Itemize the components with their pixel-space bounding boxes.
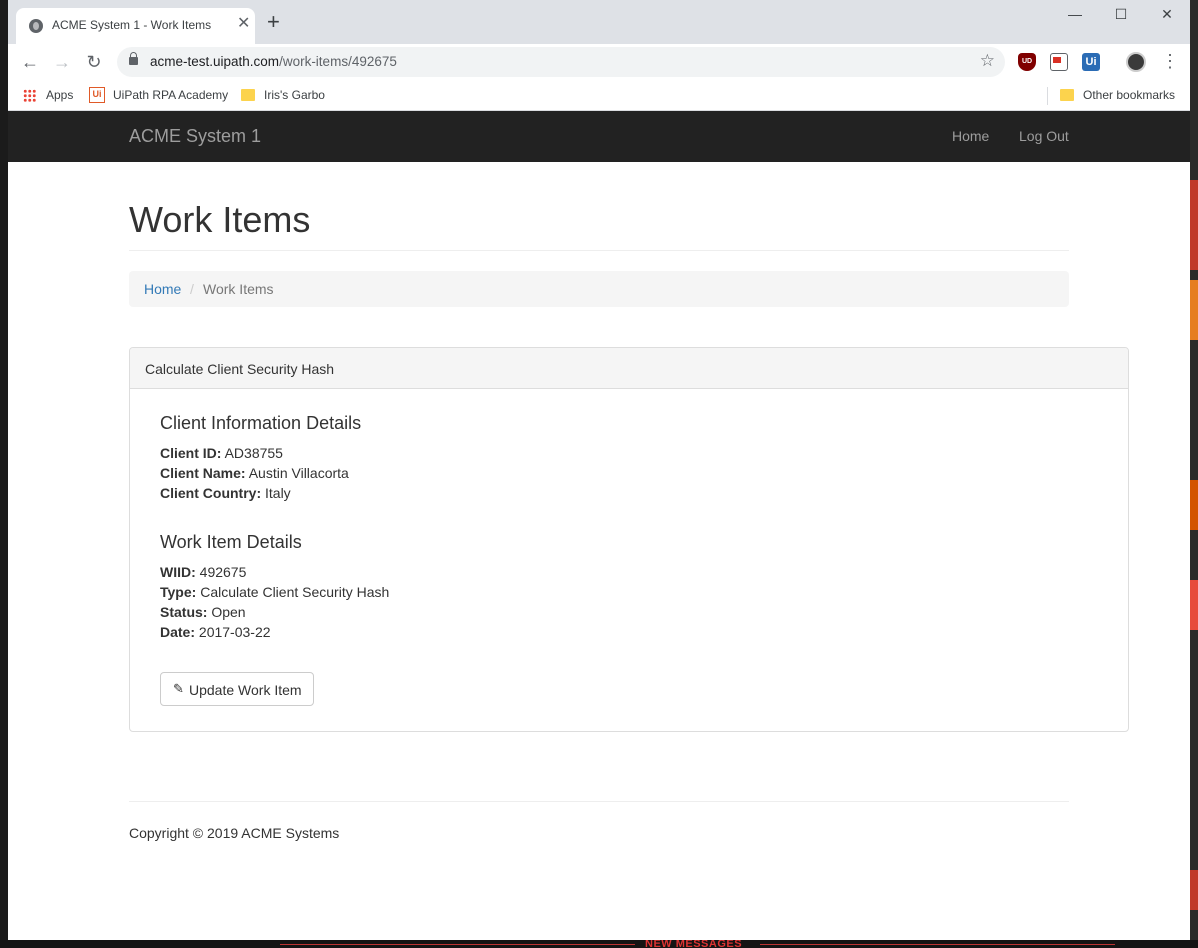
back-button[interactable]: ← bbox=[19, 51, 41, 73]
work-item-panel: Calculate Client Security Hash Client In… bbox=[129, 347, 1129, 732]
panel-title: Calculate Client Security Hash bbox=[145, 361, 335, 377]
client-name-label: Client Name: bbox=[160, 465, 246, 481]
minimize-button[interactable]: — bbox=[1060, 6, 1090, 26]
nav-logout-link[interactable]: Log Out bbox=[1019, 128, 1069, 144]
tab-close-icon[interactable]: ✕ bbox=[237, 16, 250, 32]
desktop-icon-strip bbox=[1190, 870, 1198, 910]
address-bar[interactable]: acme-test.uipath.com/work-items/492675 ☆ bbox=[117, 47, 1005, 77]
browser-menu-icon[interactable]: ⋮ bbox=[1161, 50, 1179, 72]
wiid-value: 492675 bbox=[199, 564, 247, 580]
update-work-item-button[interactable]: ✎ Update Work Item bbox=[160, 672, 314, 706]
lock-icon bbox=[129, 52, 138, 65]
desktop-icon-strip bbox=[1190, 580, 1198, 630]
desktop-icon-strip bbox=[1190, 480, 1198, 530]
status-label: Status: bbox=[160, 604, 208, 620]
ublock-icon[interactable]: UD bbox=[1018, 53, 1036, 71]
date-row: Date: 2017-03-22 bbox=[160, 624, 271, 640]
client-id-row: Client ID: AD38755 bbox=[160, 445, 283, 461]
wiid-label: WIID: bbox=[160, 564, 196, 580]
browser-window: ACME System 1 - Work Items ✕ + — ☐ ✕ ← →… bbox=[8, 0, 1190, 940]
banner-line bbox=[760, 944, 1115, 945]
uipath-icon[interactable]: Ui bbox=[1082, 53, 1100, 71]
type-value: Calculate Client Security Hash bbox=[200, 584, 390, 600]
url-text[interactable]: acme-test.uipath.com/work-items/492675 bbox=[150, 54, 397, 69]
bookmark-label: Iris's Garbo bbox=[264, 88, 325, 102]
globe-icon bbox=[29, 19, 43, 33]
bookmarks-bar: Apps Ui UiPath RPA Academy Iris's Garbo … bbox=[8, 80, 1190, 111]
pencil-icon: ✎ bbox=[173, 681, 184, 696]
browser-titlebar: ACME System 1 - Work Items ✕ + — ☐ ✕ bbox=[8, 0, 1190, 44]
update-button-label: Update Work Item bbox=[189, 682, 302, 698]
desktop-icon-strip bbox=[1190, 280, 1198, 340]
reload-button[interactable]: ↻ bbox=[83, 51, 105, 73]
banner-line bbox=[280, 944, 635, 945]
web-page: ACME System 1 Home Log Out Work Items Ho… bbox=[8, 111, 1190, 940]
browser-tab[interactable]: ACME System 1 - Work Items ✕ bbox=[16, 8, 255, 44]
panel-heading: Calculate Client Security Hash bbox=[130, 348, 1128, 389]
client-name-row: Client Name: Austin Villacorta bbox=[160, 465, 349, 481]
profile-avatar[interactable] bbox=[1126, 52, 1146, 72]
desktop-edge-right bbox=[1190, 0, 1198, 948]
status-value: Open bbox=[211, 604, 246, 620]
date-value: 2017-03-22 bbox=[198, 624, 271, 640]
breadcrumb-home-link[interactable]: Home bbox=[144, 281, 181, 297]
brand-link[interactable]: ACME System 1 bbox=[129, 126, 261, 147]
forward-button[interactable]: → bbox=[51, 51, 73, 73]
apps-grid-icon bbox=[23, 89, 36, 102]
new-messages-banner: NEW MESSAGES bbox=[645, 940, 743, 948]
folder-icon bbox=[241, 89, 255, 101]
app-navbar: ACME System 1 Home Log Out bbox=[8, 111, 1190, 162]
bookmark-label: Apps bbox=[46, 88, 74, 102]
breadcrumb: Home / Work Items bbox=[129, 271, 1069, 307]
breadcrumb-separator: / bbox=[190, 281, 194, 297]
page-title: Work Items bbox=[129, 199, 311, 240]
cast-icon[interactable] bbox=[1050, 53, 1068, 71]
client-id-value: AD38755 bbox=[224, 445, 283, 461]
bookmark-star-icon[interactable]: ☆ bbox=[980, 51, 995, 71]
breadcrumb-current: Work Items bbox=[203, 281, 274, 297]
new-tab-button[interactable]: + bbox=[267, 11, 280, 33]
status-row: Status: Open bbox=[160, 604, 246, 620]
nav-home-link[interactable]: Home bbox=[952, 128, 989, 144]
client-country-row: Client Country: Italy bbox=[160, 485, 291, 501]
url-host: acme-test.uipath.com bbox=[150, 54, 280, 69]
client-section-heading: Client Information Details bbox=[160, 413, 362, 433]
url-path: /work-items/492675 bbox=[279, 54, 397, 69]
work-section-heading: Work Item Details bbox=[160, 532, 302, 552]
uipath-bookmark-icon: Ui bbox=[89, 87, 105, 103]
close-window-button[interactable]: ✕ bbox=[1152, 6, 1182, 26]
title-divider bbox=[129, 250, 1069, 251]
bookmarks-divider bbox=[1047, 87, 1048, 105]
desktop-edge-bottom: NEW MESSAGES bbox=[0, 940, 1198, 948]
footer-copyright: Copyright © 2019 ACME Systems bbox=[129, 825, 340, 841]
bookmark-label: Other bookmarks bbox=[1083, 88, 1176, 102]
folder-icon bbox=[1060, 89, 1074, 101]
client-name-value: Austin Villacorta bbox=[248, 465, 349, 481]
client-country-value: Italy bbox=[265, 485, 291, 501]
maximize-button[interactable]: ☐ bbox=[1106, 6, 1136, 26]
type-row: Type: Calculate Client Security Hash bbox=[160, 584, 389, 600]
browser-toolbar: ← → ↻ acme-test.uipath.com/work-items/49… bbox=[8, 44, 1190, 80]
footer-divider bbox=[129, 801, 1069, 802]
wiid-row: WIID: 492675 bbox=[160, 564, 246, 580]
client-id-label: Client ID: bbox=[160, 445, 222, 461]
desktop-icon-strip bbox=[1190, 180, 1198, 270]
client-country-label: Client Country: bbox=[160, 485, 262, 501]
type-label: Type: bbox=[160, 584, 197, 600]
bookmark-label: UiPath RPA Academy bbox=[113, 88, 229, 102]
tab-title: ACME System 1 - Work Items bbox=[52, 18, 212, 32]
date-label: Date: bbox=[160, 624, 196, 640]
